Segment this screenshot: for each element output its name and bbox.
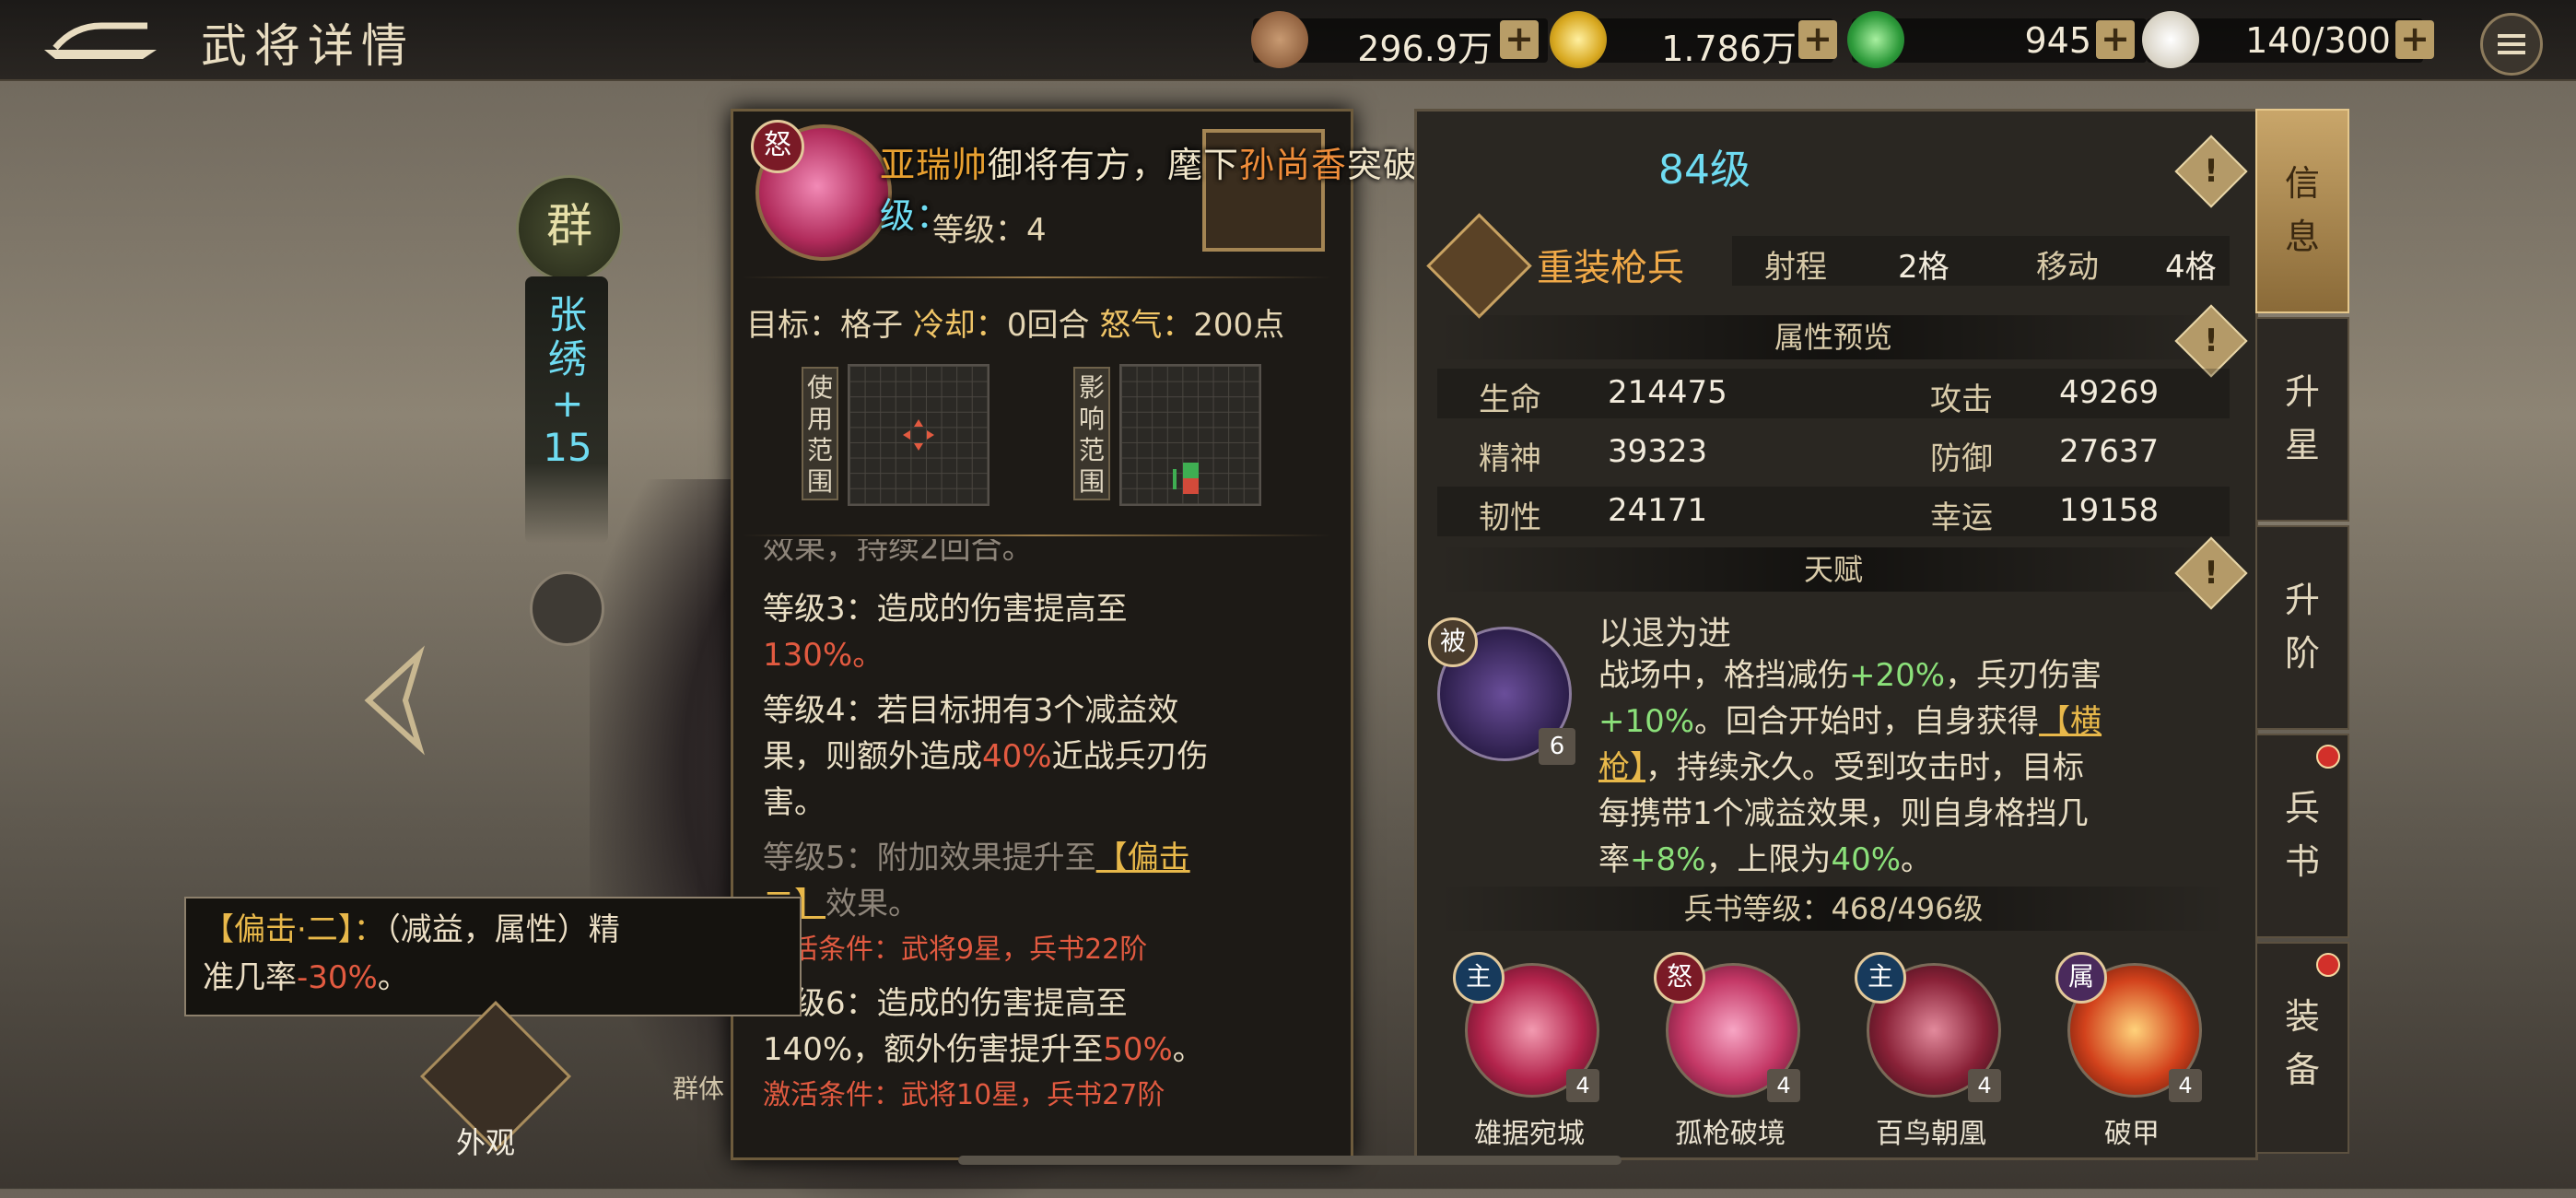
skill-desc-partial: 效果，持续2回合。 [763, 539, 1034, 567]
spirit-value: 39323 [1608, 433, 1708, 470]
book-level: 4 [2169, 1069, 2202, 1102]
use-range-grid [848, 364, 989, 506]
defense-label: 防御 [1930, 440, 1993, 477]
gold-coin-icon [1550, 11, 1607, 68]
move-value: 4格 [2165, 249, 2217, 286]
add-gold-button[interactable]: + [1798, 20, 1837, 59]
add-jade-button[interactable]: + [2096, 20, 2135, 59]
skill-desc-level3: 等级3：造成的伤害提高至 130%。 [763, 591, 1128, 674]
skill-desc-level5: 等级5：附加效果提升至【偏击 二】效果。 激活条件：武将9星，兵书22阶 [763, 840, 1190, 966]
toughness-label: 韧性 [1479, 499, 1541, 536]
stamina-value: 140/300 [2245, 20, 2391, 61]
back-button[interactable] [37, 13, 166, 68]
range-value: 2格 [1898, 249, 1950, 286]
effect-tooltip: 【偏击·二】：（减益，属性）精 准几率-30%。 [184, 897, 802, 1016]
book-level: 4 [1968, 1069, 2001, 1102]
gold-coin-value: 1.786万 [1661, 29, 1797, 69]
rank-icon[interactable] [530, 571, 604, 646]
rage-badge: 怒 [751, 120, 804, 173]
faction-badge: 群 [516, 175, 623, 282]
luck-value: 19158 [2059, 492, 2160, 529]
attack-value: 49269 [2059, 374, 2160, 411]
menu-icon[interactable] [2480, 13, 2543, 76]
divider [742, 276, 1331, 278]
copper-coins-icon [1251, 11, 1308, 68]
book-name: 孤枪破境 [1675, 1118, 1786, 1150]
hero-level: 84级 [1658, 147, 1751, 194]
add-copper-button[interactable]: + [1500, 20, 1539, 59]
hero-name: 张绣 +15 [543, 292, 592, 470]
skill-desc-level4: 等级4：若目标拥有3个减益效 果，则额外造成40%近战兵刃伤 害。 [763, 692, 1209, 821]
appearance-label: 外观 [456, 1125, 516, 1160]
talent-header: 天赋 [1437, 547, 2230, 592]
skill-meta: 目标：格子 冷却：0回合 怒气：200点 [746, 307, 1285, 344]
book-name: 破甲 [2104, 1118, 2160, 1150]
tab-info[interactable]: 信息 [2255, 109, 2349, 313]
attributes-header: 属性预览 [1437, 315, 2230, 359]
luck-label: 幸运 [1930, 499, 1993, 536]
defense-value: 27637 [2059, 433, 2160, 470]
move-label: 移动 [2036, 249, 2099, 286]
notification-dot [2316, 745, 2340, 769]
faction-footer-text: 群体 [673, 1074, 725, 1104]
range-label: 射程 [1764, 249, 1827, 286]
bingshu-header: 兵书等级：468/496级 [1437, 887, 2230, 931]
effect-range-grid [1119, 364, 1261, 506]
talent-level: 6 [1539, 728, 1575, 765]
previous-hero-arrow-icon[interactable] [355, 645, 428, 756]
toughness-value: 24171 [1608, 492, 1708, 529]
main-badge: 主 [1855, 952, 1906, 1004]
book-level: 4 [1566, 1069, 1599, 1102]
use-range-label: 使用范围 [802, 367, 838, 500]
divider [742, 534, 1331, 536]
stamina-bun-icon [2142, 11, 2199, 68]
hp-value: 214475 [1608, 374, 1727, 411]
main-badge: 主 [1453, 952, 1505, 1004]
effect-range-label: 影响范围 [1073, 367, 1110, 500]
jade-icon [1847, 11, 1904, 68]
attribute-badge: 属 [2055, 952, 2107, 1004]
book-name: 雄据宛城 [1474, 1118, 1585, 1150]
hp-label: 生命 [1479, 382, 1541, 418]
talent-description: 战场中，格挡减伤+20%，兵刃伤害 +10%。回合开始时，自身获得【横 枪】，持… [1598, 657, 2102, 878]
book-level: 4 [1767, 1069, 1800, 1102]
notification-dot [2316, 953, 2340, 977]
scroll-indicator[interactable] [958, 1156, 1622, 1165]
add-stamina-button[interactable]: + [2395, 20, 2434, 59]
book-name: 百鸟朝凰 [1876, 1118, 1986, 1150]
skill-desc-level6: 等级6：造成的伤害提高至 140%，额外伤害提升至50%。 激活条件：武将10星… [763, 985, 1204, 1111]
jade-value: 945 [2024, 20, 2091, 61]
attack-label: 攻击 [1930, 382, 1993, 418]
troop-type-name: 重装枪兵 [1537, 247, 1684, 289]
passive-badge: 被 [1428, 617, 1478, 667]
page-title: 武将详情 [201, 19, 415, 73]
talent-name: 以退为进 [1598, 615, 1732, 652]
tab-rank-up[interactable]: 升阶 [2255, 525, 2349, 730]
rage-badge: 怒 [1654, 952, 1705, 1004]
copper-coins-value: 296.9万 [1357, 29, 1493, 69]
spirit-label: 精神 [1479, 440, 1541, 477]
tab-star-up[interactable]: 升星 [2255, 317, 2349, 522]
